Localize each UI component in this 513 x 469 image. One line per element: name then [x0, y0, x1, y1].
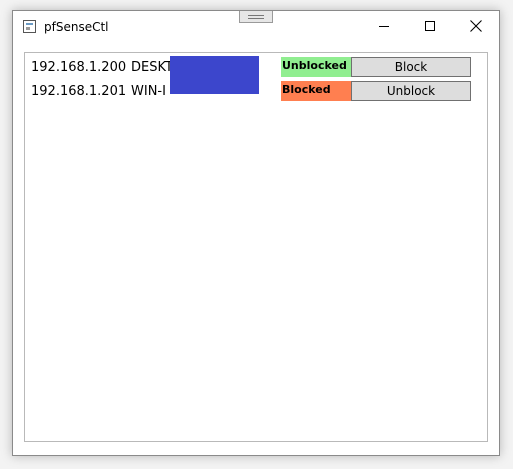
minimize-button[interactable]	[361, 11, 407, 41]
ip-address: 192.168.1.200	[31, 60, 127, 75]
maximize-button[interactable]	[407, 11, 453, 41]
title-bar[interactable]: pfSenseCtl	[13, 11, 499, 43]
status-badge: Unblocked	[281, 57, 351, 77]
hostname: DESKT	[131, 60, 173, 75]
app-window: pfSenseCtl 192.168.1.200 DESKT Unblocked…	[12, 10, 500, 456]
app-icon	[23, 20, 36, 33]
close-button[interactable]	[453, 11, 499, 41]
status-badge: Blocked	[281, 81, 351, 101]
unblock-button[interactable]: Unblock	[351, 81, 471, 101]
drag-handle-icon[interactable]	[239, 11, 273, 23]
window-title: pfSenseCtl	[44, 20, 109, 34]
ip-address: 192.168.1.201	[31, 84, 127, 99]
block-button[interactable]: Block	[351, 57, 471, 77]
close-icon	[470, 20, 482, 32]
hostname: WIN-I	[131, 84, 166, 99]
host-list[interactable]: 192.168.1.200 DESKT Unblocked Block 192.…	[24, 52, 488, 442]
redaction-box	[170, 56, 259, 94]
